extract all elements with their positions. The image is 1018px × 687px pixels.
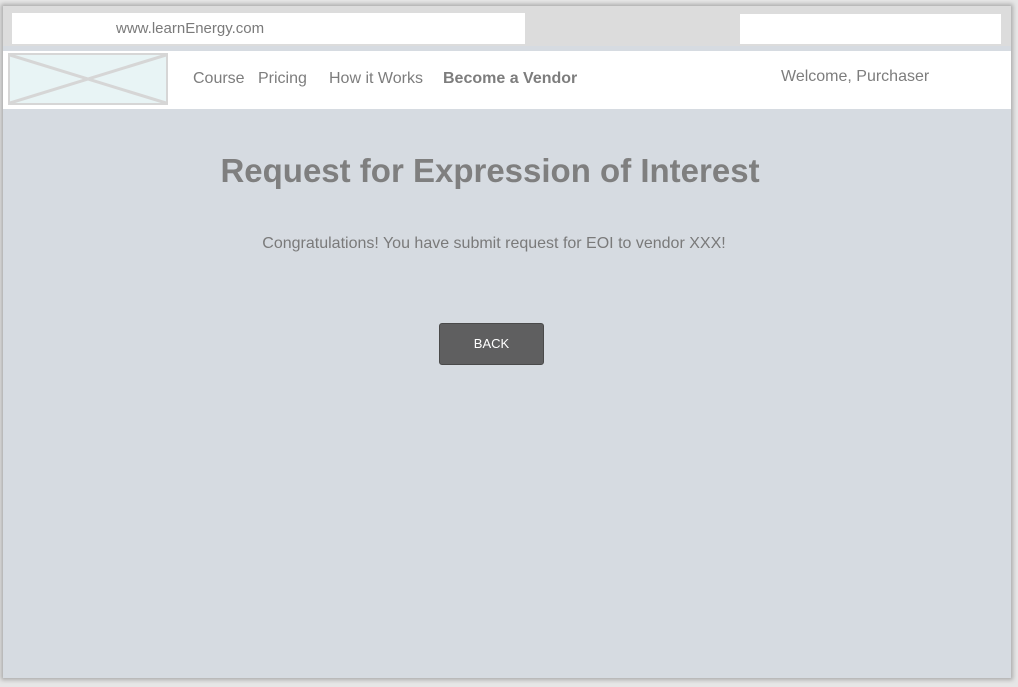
welcome-message: Welcome, Purchaser	[781, 68, 930, 85]
confirmation-message: Congratulations! You have submit request…	[262, 235, 726, 252]
back-button[interactable]: BACK	[439, 323, 544, 365]
address-bar-url: www.learnEnergy.com	[116, 20, 265, 37]
page-title: Request for Expression of Interest	[220, 152, 760, 189]
top-navigation: Course Pricing How it Works Become a Ven…	[3, 51, 1011, 109]
browser-search-box[interactable]	[740, 14, 1001, 44]
browser-bar: www.learnEnergy.com	[3, 6, 1011, 46]
nav-item-pricing[interactable]: Pricing	[258, 70, 307, 88]
address-bar[interactable]: www.learnEnergy.com	[12, 13, 525, 44]
logo-placeholder-icon[interactable]	[8, 53, 168, 105]
nav-item-course[interactable]: Course	[193, 70, 245, 88]
nav-item-become-a-vendor[interactable]: Become a Vendor	[443, 70, 577, 88]
nav-item-how-it-works[interactable]: How it Works	[329, 70, 423, 88]
app-window: www.learnEnergy.com Course Pricing How i…	[3, 6, 1011, 678]
